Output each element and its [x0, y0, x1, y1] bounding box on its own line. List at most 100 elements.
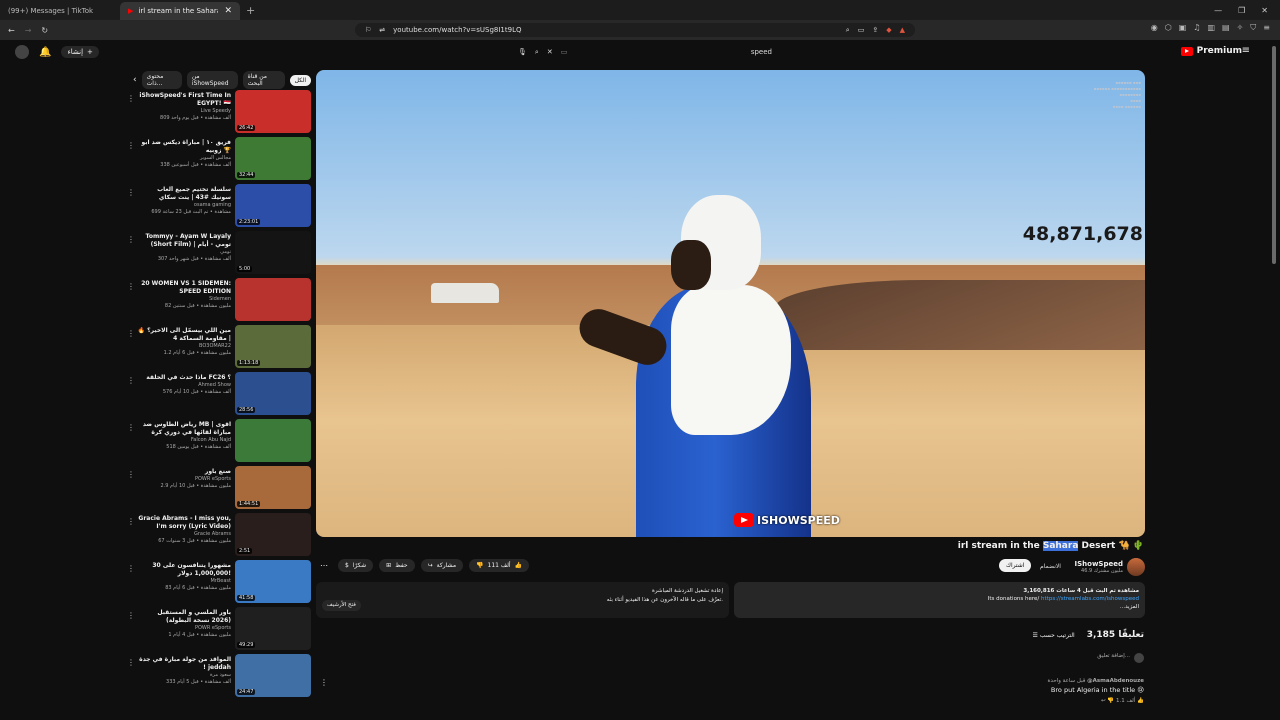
alert-icon[interactable]: ▲: [900, 26, 905, 35]
search-box[interactable]: 🎙 ⌕ ✕ ▭ speed: [510, 44, 780, 60]
channel-info[interactable]: IShowSpeed 46.9 مليون مشترك: [1075, 558, 1145, 576]
comment-menu-icon[interactable]: ⋮: [320, 678, 328, 687]
extension-icon[interactable]: ♫: [1193, 23, 1200, 33]
more-options-icon[interactable]: ⋮: [125, 466, 137, 479]
recommendation-item[interactable]: ⋮ باور الملسي و المستقبل (2026 نسخة البطو…: [125, 607, 311, 654]
recommendation-item[interactable]: ⋮ Gracie Abrams - I miss you, I'm sorry (…: [125, 513, 311, 560]
add-comment-field[interactable]: إضافة تعليق...: [1097, 653, 1144, 663]
more-options-icon[interactable]: ⋮: [125, 278, 137, 291]
recommendation-thumbnail[interactable]: 1:44:51: [235, 466, 311, 509]
description-box[interactable]: 3,160,816 مشاهدة تم البث قبل 4 ساعات Its…: [734, 582, 1145, 618]
chevron-left-icon[interactable]: ‹: [125, 75, 137, 85]
back-icon[interactable]: ←: [8, 26, 15, 35]
forward-icon[interactable]: →: [25, 26, 32, 35]
more-options-icon[interactable]: ⋮: [125, 90, 137, 103]
channel-name[interactable]: IShowSpeed: [1075, 560, 1123, 568]
recommendation-thumbnail[interactable]: 26:42: [235, 90, 311, 133]
mic-icon[interactable]: 🎙: [518, 48, 527, 56]
wallet-icon[interactable]: ▤: [1222, 23, 1230, 33]
recommendation-thumbnail[interactable]: 2:51: [235, 513, 311, 556]
more-options-icon[interactable]: ⋮: [125, 419, 137, 432]
extension-icon[interactable]: ◉: [1151, 23, 1158, 33]
like-icon[interactable]: 👍: [1137, 698, 1144, 704]
more-options-icon[interactable]: ⋮: [125, 654, 137, 667]
recommendation-item[interactable]: ⋮ رياض الطاوس ضد MB | اقوى مباراة لقائها …: [125, 419, 311, 466]
recommendation-thumbnail[interactable]: 32:44: [235, 137, 311, 180]
subscribe-button[interactable]: اشتراك: [999, 559, 1032, 572]
more-options-icon[interactable]: ⋮: [125, 184, 137, 197]
extension-icon[interactable]: ✧: [1237, 23, 1244, 33]
show-more-link[interactable]: ...المزيد: [740, 603, 1139, 611]
hamburger-icon[interactable]: ≡: [1242, 45, 1250, 56]
more-options-icon[interactable]: ⋮: [125, 560, 137, 573]
chip-from-search[interactable]: من قناة البحث: [242, 71, 285, 89]
more-options-icon[interactable]: ⋮: [125, 325, 137, 338]
more-options-icon[interactable]: ⋮: [125, 231, 137, 244]
reply-icon[interactable]: ↩: [1101, 698, 1106, 704]
save-button[interactable]: ⊞ حفظ: [379, 559, 415, 572]
join-button[interactable]: الانضمام: [1034, 560, 1067, 573]
recommendation-item[interactable]: ⋮ سلسلة تختيم جميع ألعاب سونيك #43 | ينت …: [125, 184, 311, 231]
chip-all[interactable]: الكل: [289, 74, 311, 86]
video-player[interactable]: ▪▪▪▪▪▪ ▪▪▪ ▪▪▪▪▪▪ ▪▪▪▪▪▪▪▪▪▪▪ ▪▪▪▪▪▪▪▪ ▪▪▪▪…: [316, 70, 1145, 537]
recommendation-thumbnail[interactable]: 28:56: [235, 372, 311, 415]
share-icon[interactable]: ⇪: [872, 26, 878, 35]
chip-from-channel[interactable]: من iShowSpeed: [186, 71, 238, 89]
site-info-icon[interactable]: ⇌: [379, 26, 385, 34]
avatar[interactable]: [15, 45, 29, 59]
recommendation-item[interactable]: ⋮ صنع باور POWR eSports 2.9 مليون مشاهدة • …: [125, 466, 311, 513]
install-icon[interactable]: ▭: [858, 26, 865, 35]
recommendation-item[interactable]: ⋮ iShowSpeed's First Time In EGYPT! 🇪🇬 Liv…: [125, 90, 311, 137]
more-options-icon[interactable]: ⋮: [125, 137, 137, 150]
shield-icon[interactable]: ◆: [886, 26, 891, 35]
recommendation-item[interactable]: ⋮ ماذا حدث في الحلقة FC26 ؟ Ahmed Show 576 …: [125, 372, 311, 419]
open-archive-button[interactable]: فتح الأرشيف: [322, 600, 361, 611]
comment-author[interactable]: @AsmaAbdenouze: [1087, 678, 1144, 684]
more-options-icon[interactable]: ⋮: [125, 513, 137, 526]
tab-youtube[interactable]: ▶ irl stream in the Sahara Desert ✕: [120, 2, 240, 20]
zoom-icon[interactable]: ⌕: [846, 26, 850, 35]
menu-icon[interactable]: ≡: [1263, 23, 1270, 33]
chip-related[interactable]: محتوى ذات...: [141, 71, 182, 89]
thanks-button[interactable]: $ شكرًا: [338, 559, 374, 572]
recommendation-item[interactable]: ⋮ فريق ١٠ | مباراة ديكس ضد ابو زوبيه 🏆 مجا…: [125, 137, 311, 184]
dislike-icon[interactable]: 👎: [1107, 698, 1114, 704]
share-button[interactable]: ↪ مشاركة: [420, 559, 464, 572]
extension-icon[interactable]: ▣: [1179, 23, 1187, 33]
dislike-icon[interactable]: 👎: [476, 562, 483, 569]
reload-icon[interactable]: ↻: [41, 26, 48, 35]
close-window-icon[interactable]: ✕: [1261, 6, 1268, 15]
new-tab-button[interactable]: +: [240, 4, 261, 17]
search-input[interactable]: speed: [751, 48, 772, 56]
minimize-icon[interactable]: —: [1214, 6, 1222, 15]
recommendation-item[interactable]: ⋮ 30 مشهوراً يتنافسون على 1,000,000 دولار…: [125, 560, 311, 607]
more-actions-icon[interactable]: ⋯: [316, 561, 332, 570]
extension-icon[interactable]: ⬡: [1165, 23, 1172, 33]
tab-tiktok[interactable]: (99+) Messages | TikTok: [0, 2, 120, 20]
youtube-premium-logo[interactable]: Premium: [1180, 46, 1242, 56]
recommendation-thumbnail[interactable]: 41:58: [235, 560, 311, 603]
recommendation-thumbnail[interactable]: [235, 419, 311, 462]
search-icon[interactable]: ⌕: [535, 48, 539, 57]
recommendation-item[interactable]: ⋮ Tommyy - Ayam W Layaly (Short Film) | ت…: [125, 231, 311, 278]
clear-search-icon[interactable]: ✕: [547, 48, 553, 56]
recommendation-thumbnail[interactable]: 5:00: [235, 231, 311, 274]
create-button[interactable]: إنشاء +: [61, 46, 99, 58]
close-tab-icon[interactable]: ✕: [224, 6, 232, 16]
vpn-icon[interactable]: ⛉: [1250, 23, 1256, 33]
recommendation-item[interactable]: ⋮ المواقد من جولة مبارة في جدة ! jeddah سع…: [125, 654, 311, 701]
bookmark-icon[interactable]: ⚐: [365, 26, 371, 34]
recommendation-thumbnail[interactable]: 24:47: [235, 654, 311, 697]
recommendation-item[interactable]: ⋮ مين اللي بيسمّل الى الاخير؟ 🔥 | مقاومة …: [125, 325, 311, 372]
recommendation-thumbnail[interactable]: [235, 278, 311, 321]
recommendation-thumbnail[interactable]: 49:29: [235, 607, 311, 650]
more-options-icon[interactable]: ⋮: [125, 372, 137, 385]
sidebar-icon[interactable]: ▥: [1207, 23, 1215, 33]
channel-avatar[interactable]: [1127, 558, 1145, 576]
recommendation-thumbnail[interactable]: 1:13:18: [235, 325, 311, 368]
like-dislike-button[interactable]: 👎 111 ألف 👍: [469, 559, 530, 572]
recommendation-item[interactable]: ⋮ 20 WOMEN VS 1 SIDEMEN: SPEED EDITION Sid…: [125, 278, 311, 325]
donation-link[interactable]: https://streamlabs.com/ishowspeed: [1041, 596, 1139, 602]
bell-icon[interactable]: 🔔: [39, 47, 51, 58]
more-options-icon[interactable]: ⋮: [125, 607, 137, 620]
